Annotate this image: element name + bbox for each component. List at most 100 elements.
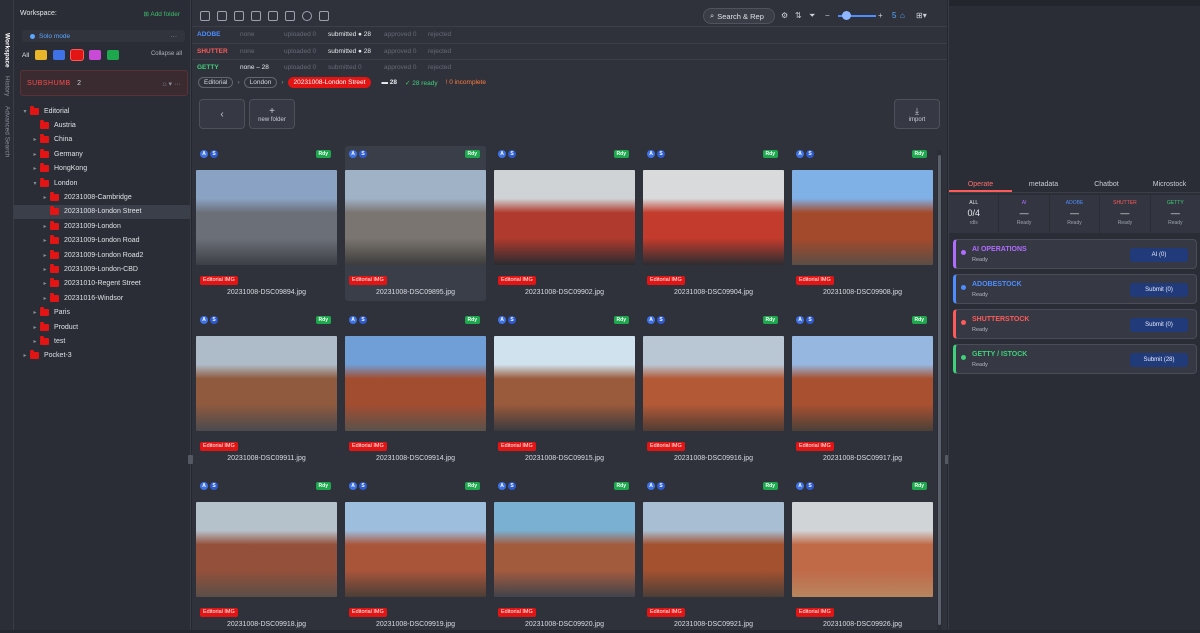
chip-red-folder-icon[interactable]: [70, 49, 85, 61]
image-thumbnail[interactable]: [494, 170, 635, 265]
chevron-icon[interactable]: ▸: [30, 136, 40, 143]
image-thumbnail[interactable]: [643, 336, 784, 431]
search-replace-button[interactable]: ⌕ Search & Rep: [703, 8, 775, 24]
select-all-icon[interactable]: [200, 11, 210, 21]
agency-status-cell[interactable]: submitted 0: [328, 64, 384, 71]
image-card[interactable]: A S Rdy Editorial IMG 20231008-DSC09908.jpg: [792, 146, 933, 301]
agency-status-cell[interactable]: none: [240, 31, 284, 38]
agency-status-cell[interactable]: uploaded 0: [284, 31, 328, 38]
tree-item[interactable]: 20231008-London Street: [14, 204, 190, 219]
chip-green-folder-icon[interactable]: [107, 50, 120, 60]
operation-button[interactable]: Submit (0): [1130, 318, 1188, 332]
lock-icon[interactable]: ⌂: [900, 11, 905, 20]
agency-status-cell[interactable]: approved 0: [384, 48, 428, 55]
tree-item[interactable]: ▸ 20231009-London Road: [14, 234, 190, 248]
chevron-icon[interactable]: ▸: [30, 309, 40, 316]
chevron-icon[interactable]: ▸: [40, 194, 50, 201]
chevron-icon[interactable]: ▸: [30, 324, 40, 331]
tree-item[interactable]: ▸ Pocket-3: [14, 349, 190, 363]
agency-status-cell[interactable]: submitted ● 28: [328, 31, 384, 38]
count-cell[interactable]: ADOBE — Ready: [1049, 195, 1101, 233]
back-button[interactable]: ‹: [199, 99, 245, 129]
chevron-icon[interactable]: ▸: [40, 237, 50, 244]
image-thumbnail[interactable]: [494, 336, 635, 431]
tab-microstock[interactable]: Microstock: [1138, 177, 1200, 192]
operation-button[interactable]: Submit (0): [1130, 283, 1188, 297]
image-card[interactable]: A S Rdy Editorial IMG 20231008-DSC09902.jpg: [494, 146, 635, 301]
chip-yellow-folder-icon[interactable]: [35, 50, 48, 60]
tree-item[interactable]: ▸ 20231008-Cambridge: [14, 190, 190, 204]
vtab-workspace[interactable]: Workspace: [0, 30, 14, 70]
import-button[interactable]: ⤓ import: [894, 99, 940, 129]
add-folder-button[interactable]: ⊞ Add folder: [143, 10, 180, 18]
crumb-editorial[interactable]: Editorial: [198, 77, 234, 88]
chevron-icon[interactable]: ▸: [40, 252, 50, 259]
deselect-icon[interactable]: [217, 11, 227, 21]
tree-item[interactable]: ▸ 20231009-London-CBD: [14, 262, 190, 276]
tree-item[interactable]: ▾ London: [14, 176, 190, 190]
count-cell[interactable]: SHUTTER — Ready: [1100, 195, 1151, 233]
chevron-icon[interactable]: ▾: [30, 180, 40, 187]
agency-status-cell[interactable]: approved 0: [384, 31, 428, 38]
image-thumbnail[interactable]: [643, 170, 784, 265]
image-card[interactable]: A S Rdy Editorial IMG 20231008-DSC09917.jpg: [792, 312, 933, 467]
image-thumbnail[interactable]: [196, 170, 337, 265]
tree-item[interactable]: ▸ test: [14, 334, 190, 348]
zoom-in-icon[interactable]: +: [878, 11, 883, 20]
image-card[interactable]: A S Rdy Editorial IMG 20231008-DSC09894.jpg: [196, 146, 337, 301]
sort-icon[interactable]: ⇅: [795, 11, 802, 20]
operation-button[interactable]: AI (0): [1130, 248, 1188, 262]
more-icon[interactable]: ···: [171, 33, 178, 40]
image-thumbnail[interactable]: [643, 502, 784, 597]
solo-mode-toggle[interactable]: Solo mode ···: [22, 30, 185, 42]
chip-blue-folder-icon[interactable]: [53, 50, 66, 60]
copy-icon[interactable]: [234, 11, 244, 21]
agency-status-cell[interactable]: none – 28: [240, 64, 284, 71]
agency-status-cell[interactable]: rejected: [428, 48, 472, 55]
left-resize-handle[interactable]: [188, 455, 193, 464]
tree-item[interactable]: ▸ 20231016-Windsor: [14, 291, 190, 305]
grid-view-icon[interactable]: ⊞▾: [916, 11, 927, 20]
tree-item[interactable]: ▸ HongKong: [14, 162, 190, 176]
image-thumbnail[interactable]: [494, 502, 635, 597]
image-card[interactable]: A S Rdy Editorial IMG 20231008-DSC09914.jpg: [345, 312, 486, 467]
document-icon[interactable]: [319, 11, 329, 21]
tree-item[interactable]: ▸ China: [14, 133, 190, 147]
chevron-icon[interactable]: ▾: [20, 108, 30, 115]
tree-item[interactable]: ▸ 20231010-Regent Street: [14, 277, 190, 291]
zoom-out-icon[interactable]: −: [825, 11, 830, 20]
image-card[interactable]: A S Rdy Editorial IMG 20231008-DSC09919.jpg: [345, 478, 486, 633]
tree-item[interactable]: ▾ Editorial: [14, 104, 190, 118]
filter-icon[interactable]: ⏷: [809, 11, 815, 21]
vtab-history[interactable]: History: [0, 72, 14, 100]
image-thumbnail[interactable]: [196, 502, 337, 597]
image-thumbnail[interactable]: [345, 170, 486, 265]
count-cell[interactable]: ALL 0/4 rdls: [949, 195, 1000, 233]
paste-icon[interactable]: [251, 11, 261, 21]
image-thumbnail[interactable]: [196, 336, 337, 431]
tree-item[interactable]: ▸ Paris: [14, 306, 190, 320]
chevron-icon[interactable]: ▸: [40, 266, 50, 273]
count-cell[interactable]: GETTY — Ready: [1150, 195, 1200, 233]
count-cell[interactable]: AI — Ready: [999, 195, 1050, 233]
image-thumbnail[interactable]: [792, 170, 933, 265]
image-thumbnail[interactable]: [792, 502, 933, 597]
image-thumbnail[interactable]: [345, 336, 486, 431]
image-card[interactable]: A S Rdy Editorial IMG 20231008-DSC09895.jpg: [345, 146, 486, 301]
image-card[interactable]: A S Rdy Editorial IMG 20231008-DSC09916.jpg: [643, 312, 784, 467]
agency-status-cell[interactable]: rejected: [428, 64, 472, 71]
tab-metadata[interactable]: metadata: [1012, 177, 1075, 192]
chevron-icon[interactable]: ▸: [40, 295, 50, 302]
new-folder-button[interactable]: + new folder: [249, 99, 295, 129]
image-thumbnail[interactable]: [792, 336, 933, 431]
delete-icon[interactable]: [285, 11, 295, 21]
chip-all[interactable]: All: [22, 52, 29, 59]
tree-item[interactable]: Austria: [14, 118, 190, 132]
tab-operate[interactable]: Operate: [949, 177, 1012, 192]
tree-item[interactable]: ▸ Germany: [14, 147, 190, 161]
image-card[interactable]: A S Rdy Editorial IMG 20231008-DSC09926.jpg: [792, 478, 933, 633]
image-card[interactable]: A S Rdy Editorial IMG 20231008-DSC09921.jpg: [643, 478, 784, 633]
image-card[interactable]: A S Rdy Editorial IMG 20231008-DSC09911.jpg: [196, 312, 337, 467]
tree-item[interactable]: ▸ 20231009-London Road2: [14, 248, 190, 262]
collapse-all-button[interactable]: Collapse all: [151, 51, 182, 57]
